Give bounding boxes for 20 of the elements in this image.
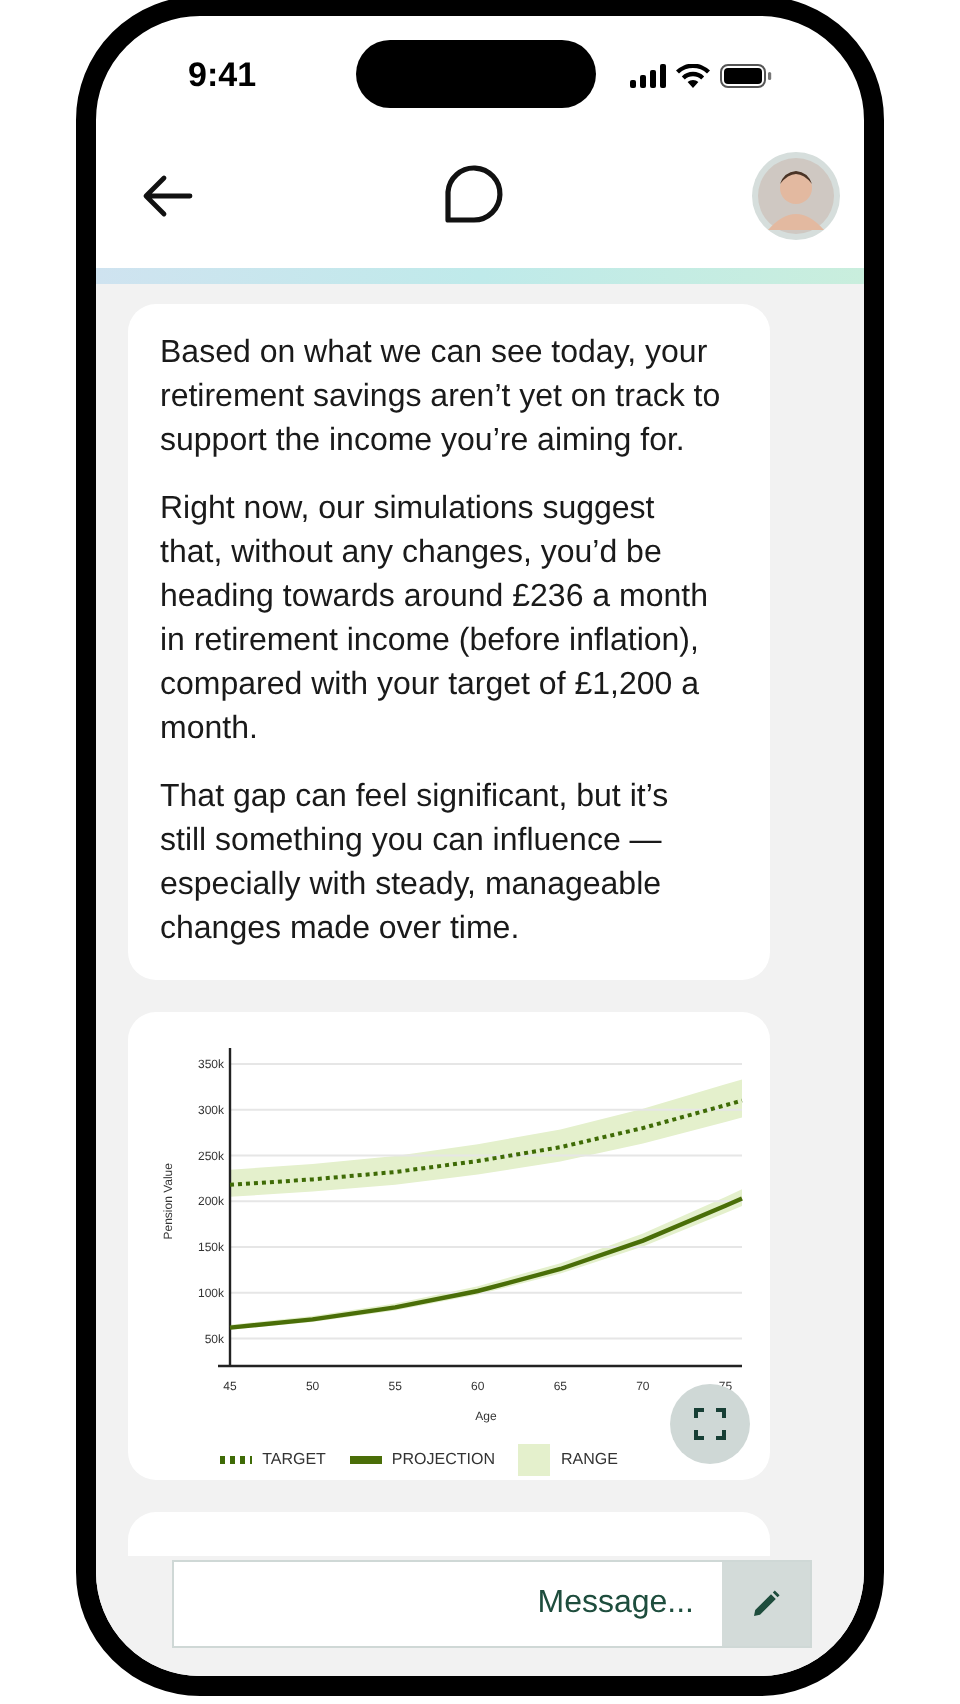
message-paragraph: That gap can feel significant, but it’s still something you can influence — especially with steady, manageable changes made over time. bbox=[160, 778, 671, 950]
dotted-line-swatch bbox=[220, 1456, 253, 1464]
pencil-icon bbox=[752, 1590, 780, 1618]
back-arrow-icon bbox=[142, 174, 194, 218]
solid-line-swatch bbox=[349, 1456, 382, 1464]
expand-icon bbox=[694, 1408, 726, 1440]
speech-bubble-logo-icon bbox=[440, 164, 508, 228]
legend-label: PROJECTION bbox=[391, 1448, 495, 1472]
expand-button[interactable] bbox=[670, 1384, 750, 1464]
edit-button[interactable] bbox=[722, 1562, 810, 1646]
legend-label: TARGET bbox=[262, 1448, 326, 1472]
range-swatch bbox=[518, 1444, 551, 1476]
message-paragraph: Right now, our simulations suggest that, without any changes, you’d be heading towards around £236 a month in retirement income (before inflation), compared with your target of £1,200 a month. bbox=[160, 490, 710, 750]
wifi-icon bbox=[676, 64, 710, 88]
legend-label: RANGE bbox=[560, 1448, 618, 1472]
message-paragraph: Based on what we can see today, your retirement savings aren’t yet on track to support the income you’re aiming for. bbox=[160, 334, 722, 462]
status-time: 9:41 bbox=[188, 54, 257, 99]
battery-icon bbox=[720, 64, 772, 88]
signal-icon bbox=[630, 64, 666, 88]
message-input[interactable]: Message... bbox=[174, 1562, 722, 1646]
